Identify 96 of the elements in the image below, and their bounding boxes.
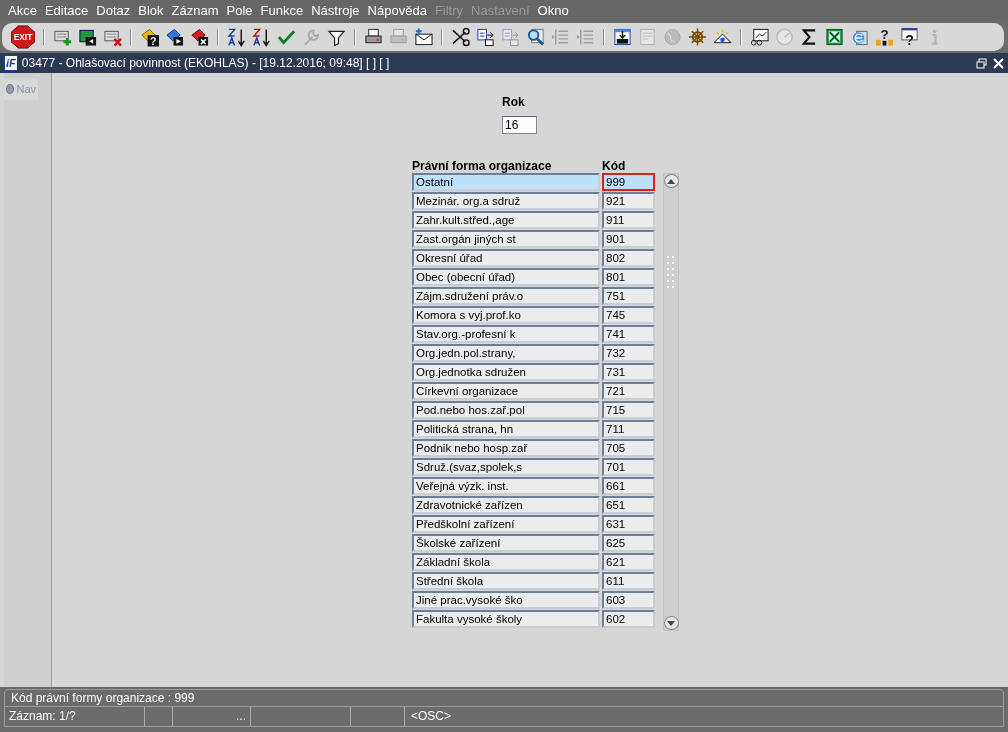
table-cell[interactable]: Pod.nebo hos.zař.pol bbox=[412, 401, 600, 419]
table-cell[interactable]: 611 bbox=[602, 572, 655, 590]
close-icon[interactable] bbox=[993, 57, 1004, 69]
table-cell[interactable]: 621 bbox=[602, 553, 655, 571]
list-icon bbox=[576, 27, 595, 47]
table-cell[interactable]: 711 bbox=[602, 420, 655, 438]
restore-icon[interactable] bbox=[976, 57, 987, 69]
table-cell[interactable]: Veřejná výzk. inst. bbox=[412, 477, 600, 495]
table-cell[interactable]: 741 bbox=[602, 325, 655, 343]
table-cell[interactable]: Stav.org.-profesní k bbox=[412, 325, 600, 343]
table-cell[interactable]: 721 bbox=[602, 382, 655, 400]
scissors-icon bbox=[451, 27, 470, 47]
text-document-icon bbox=[476, 27, 495, 47]
envelope-icon bbox=[414, 27, 433, 47]
menu-item[interactable]: Nápověda bbox=[363, 1, 431, 21]
table-cell[interactable]: Základní škola bbox=[412, 553, 600, 571]
table-cell[interactable]: 661 bbox=[602, 477, 655, 495]
scrollbar[interactable] bbox=[663, 173, 679, 631]
table-cell[interactable]: 631 bbox=[602, 515, 655, 533]
table-cell[interactable]: 701 bbox=[602, 458, 655, 476]
status-field: ... bbox=[173, 707, 251, 726]
sort-ascending-icon bbox=[227, 27, 246, 47]
table-cell[interactable]: 651 bbox=[602, 496, 655, 514]
status-message: Kód právní formy organizace : 999 bbox=[4, 689, 1004, 707]
cancel-query-icon bbox=[190, 27, 209, 47]
up-arrow-icon bbox=[667, 178, 675, 184]
text-document-icon bbox=[501, 27, 520, 47]
wrench-icon bbox=[302, 27, 321, 47]
table-cell[interactable]: 732 bbox=[602, 344, 655, 362]
column-header: Právní forma organizace bbox=[412, 158, 553, 173]
scroll-grip-icon[interactable] bbox=[667, 256, 675, 288]
table-cell[interactable]: Politická strana, hn bbox=[412, 420, 600, 438]
scroll-down-button[interactable] bbox=[663, 616, 679, 630]
table-cell[interactable]: 705 bbox=[602, 439, 655, 457]
table-cell[interactable]: Fakulta vysoké školy bbox=[412, 610, 600, 628]
chart-icon bbox=[750, 27, 769, 47]
ship-wheel-icon bbox=[688, 27, 707, 47]
rok-label: Rok bbox=[502, 94, 526, 111]
record-counter: Záznam: 1/? bbox=[5, 707, 145, 726]
table-cell[interactable]: Předškolní zařízení bbox=[412, 515, 600, 533]
column-header: Kód bbox=[602, 158, 626, 173]
menu-item[interactable]: Nástroje bbox=[307, 1, 364, 21]
list-icon bbox=[551, 27, 570, 47]
table-cell[interactable]: 801 bbox=[602, 268, 655, 286]
mode-indicator: <OSC> bbox=[410, 708, 453, 725]
table-cell[interactable]: 751 bbox=[602, 287, 655, 305]
table-cell[interactable]: 745 bbox=[602, 306, 655, 324]
menu-item[interactable]: Okno bbox=[533, 1, 573, 21]
record-icon bbox=[78, 27, 97, 47]
table-cell[interactable]: Mezinár. org.a sdruž bbox=[412, 192, 600, 210]
table-cell[interactable]: 625 bbox=[602, 534, 655, 552]
table-cell[interactable]: 911 bbox=[602, 211, 655, 229]
table-cell[interactable]: Církevní organizace bbox=[412, 382, 600, 400]
menu-item[interactable]: Pole bbox=[222, 1, 257, 21]
table-cell[interactable]: 715 bbox=[602, 401, 655, 419]
table-cell[interactable]: Ostatní bbox=[412, 173, 600, 191]
spreadsheet-icon bbox=[825, 27, 844, 47]
execute-query-icon bbox=[165, 27, 184, 47]
table-cell[interactable]: 603 bbox=[602, 591, 655, 609]
menu-item[interactable]: Editace bbox=[40, 1, 93, 21]
rok-input-field[interactable]: 16 bbox=[502, 116, 537, 134]
scroll-up-button[interactable] bbox=[663, 174, 679, 188]
window-title: 03477 - Ohlašovací povinnost (EKOHLAS) - [19.12.2016; 09:48] [ ] [ ] bbox=[21, 55, 390, 72]
menu-item[interactable]: Dotaz bbox=[92, 1, 135, 21]
app-logo-icon: iF bbox=[4, 55, 18, 71]
table-cell[interactable]: Org.jedn.pol.strany, bbox=[412, 344, 600, 362]
clock-icon bbox=[775, 27, 794, 47]
table-cell[interactable]: Školské zařízení bbox=[412, 534, 600, 552]
table-cell[interactable]: Zájm.sdružení práv.o bbox=[412, 287, 600, 305]
menu-item[interactable]: Funkce bbox=[256, 1, 308, 21]
magnifier-icon bbox=[526, 27, 545, 47]
table-cell[interactable]: Podnik nebo hosp.zař bbox=[412, 439, 600, 457]
page-icon bbox=[638, 27, 657, 47]
table-cell[interactable]: Okresní úřad bbox=[412, 249, 600, 267]
table-cell[interactable]: Zast.orgán jiných st bbox=[412, 230, 600, 248]
form-icon bbox=[613, 27, 632, 47]
table-cell[interactable]: Zdravotnické zařízen bbox=[412, 496, 600, 514]
table-cell[interactable]: Org.jednotka sdružen bbox=[412, 363, 600, 381]
table-cell[interactable]: 602 bbox=[602, 610, 655, 628]
menu-item[interactable]: Blok bbox=[134, 1, 168, 21]
table-cell[interactable]: Střední škola bbox=[412, 572, 600, 590]
menu-item[interactable]: Záznam bbox=[167, 1, 223, 21]
table-cell[interactable]: Obec (obecní úřad) bbox=[412, 268, 600, 286]
table-cell[interactable]: Zahr.kult.střed.,age bbox=[412, 211, 600, 229]
table-cell[interactable]: 802 bbox=[602, 249, 655, 267]
table-cell[interactable]: Jiné prac.vysoké ško bbox=[412, 591, 600, 609]
globe-icon bbox=[663, 27, 682, 47]
down-arrow-icon bbox=[667, 620, 675, 626]
table-cell[interactable]: 921 bbox=[602, 192, 655, 210]
menu-item[interactable]: Akce bbox=[4, 1, 41, 21]
table-cell[interactable]: 901 bbox=[602, 230, 655, 248]
sort-descending-icon bbox=[252, 27, 271, 47]
table-cell[interactable]: Komora s vyj.prof.ko bbox=[412, 306, 600, 324]
table-cell[interactable]: Sdruž.(svaz,spolek,s bbox=[412, 458, 600, 476]
table-cell[interactable]: 999 bbox=[602, 173, 655, 191]
table-cell[interactable]: 731 bbox=[602, 363, 655, 381]
